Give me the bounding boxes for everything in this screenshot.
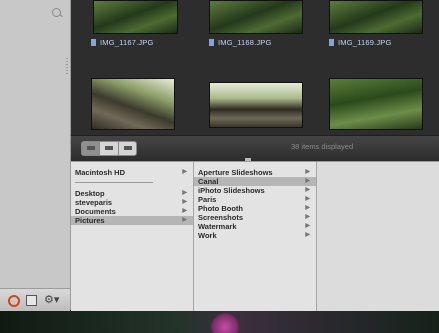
column-empty: [317, 162, 439, 312]
thumbnail-caption[interactable]: IMG_1169.JPG: [329, 38, 392, 47]
folder-item[interactable]: Desktop ▶: [71, 189, 193, 198]
folder-label: Canal: [198, 177, 219, 186]
grid-view-icon[interactable]: [82, 142, 101, 155]
file-icon: [209, 39, 214, 46]
folder-label: Pictures: [75, 216, 105, 225]
chevron-right-icon: ▶: [305, 196, 310, 202]
thumbnail-image[interactable]: [209, 0, 303, 34]
thumbnail-image[interactable]: [329, 78, 423, 130]
folder-label: Photo Booth: [198, 204, 243, 213]
column-browser: Macintosh HD ▶ Desktop ▶ steveparis ▶ Document…: [71, 161, 439, 312]
folder-item[interactable]: Pictures ▶: [71, 216, 193, 225]
thumbnail-image[interactable]: [93, 0, 178, 34]
resize-grip[interactable]: [66, 58, 68, 74]
folder-item[interactable]: Watermark ▶: [194, 222, 316, 231]
chevron-right-icon: ▶: [182, 190, 187, 196]
chevron-right-icon: ▶: [182, 169, 187, 175]
chevron-right-icon: ▶: [305, 169, 310, 175]
folder-label: Work: [198, 231, 217, 240]
filename: IMG_1167.JPG: [100, 38, 154, 47]
chevron-right-icon: ▶: [305, 223, 310, 229]
chevron-right-icon: ▶: [182, 217, 187, 223]
add-folder-icon[interactable]: [6, 293, 20, 307]
folder-item[interactable]: Paris ▶: [194, 195, 316, 204]
chevron-right-icon: ▶: [182, 199, 187, 205]
thumbnail-browser: IMG_1167.JPG IMG_1168.JPG IMG_1169.JPG: [71, 0, 439, 142]
sidebar: ⚙▾: [0, 0, 71, 311]
divider: [75, 182, 153, 183]
folder-item[interactable]: steveparis ▶: [71, 198, 193, 207]
chevron-right-icon: ▶: [305, 232, 310, 238]
folder-label: Documents: [75, 207, 116, 216]
preview-image: [210, 313, 240, 333]
folder-label: Aperture Slideshows: [198, 168, 273, 177]
thumbnail-image[interactable]: [209, 82, 303, 128]
sidebar-toolbar: ⚙▾: [0, 288, 70, 311]
folder-item[interactable]: Screenshots ▶: [194, 213, 316, 222]
folder-item[interactable]: Macintosh HD ▶: [71, 168, 193, 177]
file-icon: [329, 39, 334, 46]
thumbnail-caption[interactable]: IMG_1167.JPG: [91, 38, 154, 47]
items-count: 38 items displayed: [291, 142, 354, 151]
folder-label: Macintosh HD: [75, 168, 126, 177]
folder-item[interactable]: Canal ▶: [194, 177, 316, 186]
folder-item[interactable]: Documents ▶: [71, 207, 193, 216]
folder-item[interactable]: iPhoto Slideshows ▶: [194, 186, 316, 195]
file-icon: [91, 39, 96, 46]
folder-label: Watermark: [198, 222, 237, 231]
folder-label: iPhoto Slideshows: [198, 186, 265, 195]
thumbnail-image[interactable]: [329, 0, 423, 34]
list-view-icon[interactable]: [100, 142, 119, 155]
gear-icon[interactable]: ⚙▾: [44, 293, 59, 307]
search-icon[interactable]: [52, 8, 61, 17]
preview-view-icon[interactable]: [119, 142, 136, 155]
filename: IMG_1169.JPG: [338, 38, 392, 47]
folder-label: steveparis: [75, 198, 113, 207]
chevron-right-icon: ▶: [305, 214, 310, 220]
folder-label: Paris: [198, 195, 217, 204]
chevron-right-icon: ▶: [305, 205, 310, 211]
filename: IMG_1168.JPG: [218, 38, 272, 47]
folder-item[interactable]: Work ▶: [194, 231, 316, 240]
view-mode-control: [81, 141, 137, 156]
column-pictures: Aperture Slideshows ▶ Canal ▶ iPhoto Slidesh…: [194, 162, 317, 312]
folder-item[interactable]: Aperture Slideshows ▶: [194, 168, 316, 177]
chevron-right-icon: ▶: [182, 208, 187, 214]
save-icon[interactable]: [24, 293, 38, 307]
folder-label: Desktop: [75, 189, 105, 198]
chevron-right-icon: ▶: [305, 187, 310, 193]
column-volumes: Macintosh HD ▶ Desktop ▶ steveparis ▶ Document…: [71, 162, 194, 312]
chevron-right-icon: ▶: [305, 178, 310, 184]
browser-status-bar: 38 items displayed: [71, 135, 439, 160]
folder-label: Screenshots: [198, 213, 244, 222]
thumbnail-image[interactable]: [91, 78, 175, 130]
thumbnail-caption[interactable]: IMG_1168.JPG: [209, 38, 272, 47]
folder-item[interactable]: Photo Booth ▶: [194, 204, 316, 213]
